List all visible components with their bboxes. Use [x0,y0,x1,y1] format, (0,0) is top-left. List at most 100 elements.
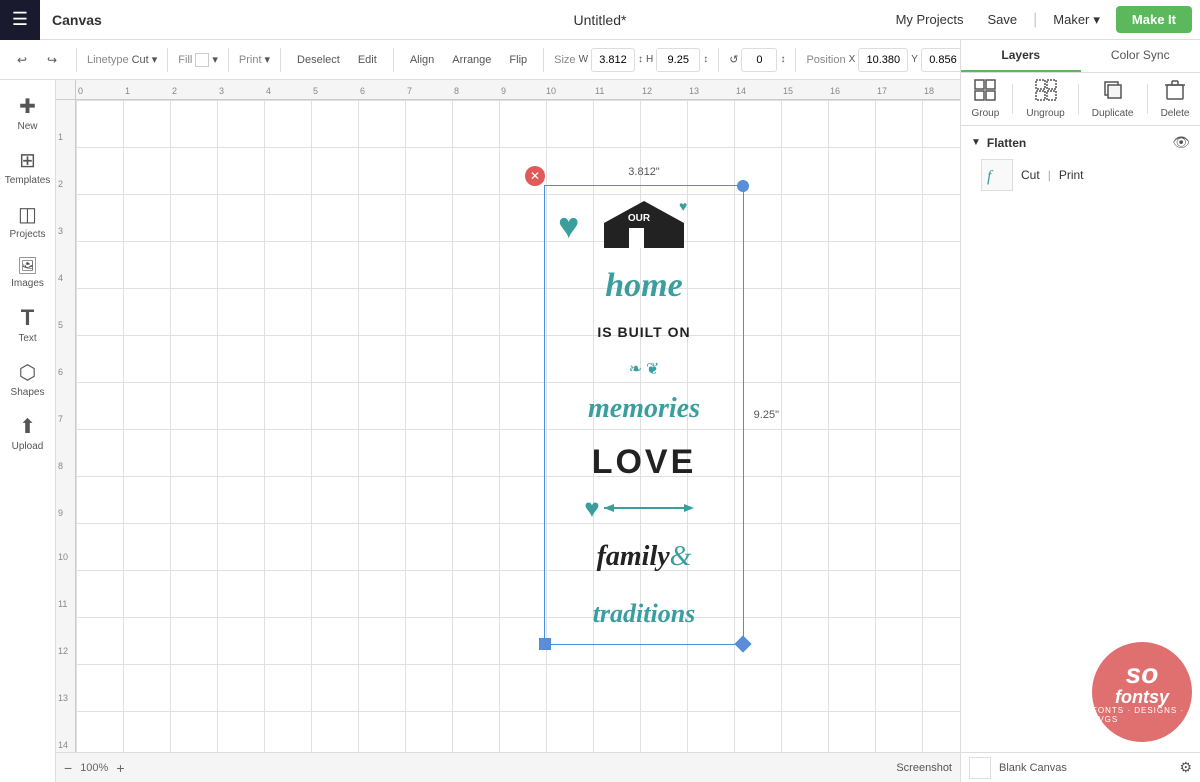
edit-button[interactable]: Edit [352,46,383,74]
sidebar-item-shapes[interactable]: ⬡ Shapes [4,354,52,404]
svg-text:12: 12 [58,646,68,656]
svg-text:1: 1 [125,86,130,96]
artwork-top-svg: ♥ OUR ♥ [554,193,734,253]
make-it-button[interactable]: Make It [1116,6,1192,33]
duplicate-icon [1102,79,1124,106]
ungroup-tool[interactable]: Ungroup [1026,79,1064,119]
linetype-field: Linetype Cut ▾ [87,53,157,66]
svg-text:6: 6 [58,367,63,377]
svg-text:17: 17 [877,86,887,96]
rotate-field: ↺ ↕ [729,48,785,72]
chevron-down-icon: ▾ [1093,12,1100,28]
redo-button[interactable]: ↪ [38,46,66,74]
zoom-in-button[interactable]: + [116,760,124,776]
svg-text:3: 3 [58,226,63,236]
svg-text:1: 1 [58,132,63,142]
svg-text:11: 11 [595,86,604,96]
svg-text:15: 15 [783,86,793,96]
svg-text:13: 13 [689,86,699,96]
print-field: Print ▾ [239,53,270,66]
undo-button[interactable]: ↩ [8,46,36,74]
align-button[interactable]: Align [404,46,440,74]
tab-color-sync[interactable]: Color Sync [1081,40,1200,72]
deselect-button[interactable]: Deselect [291,46,346,74]
panel-tabs: Layers Color Sync [961,40,1200,73]
canvas-area[interactable]: 0 1 2 3 4 5 6 7 8 9 10 11 12 13 14 15 16… [56,80,960,782]
close-handle[interactable]: ✕ [525,166,545,186]
zoom-out-button[interactable]: − [64,760,72,776]
canvas-grid[interactable]: ✕ 3.812" 9.25" ♥ [76,100,960,782]
rotate-icon: ↺ [729,53,738,66]
fill-field: Fill ▾ [178,53,218,67]
svg-text:14: 14 [736,86,746,96]
delete-tool[interactable]: Delete [1161,79,1190,119]
layer-separator: | [1048,168,1051,182]
artwork-traditions: traditions [548,591,740,637]
svg-text:8: 8 [58,461,63,471]
sidebar-item-images[interactable]: 🖼 Images [4,250,52,295]
settings-icon[interactable]: ⚙ [1179,759,1192,776]
flip-button[interactable]: Flip [503,46,533,74]
arrange-button[interactable]: Arrange [446,46,497,74]
position-x-input[interactable] [858,48,908,72]
flatten-header[interactable]: ▼ Flatten 👁 [965,130,1196,155]
images-icon: 🖼 [17,256,37,276]
print-label: Print [1059,168,1084,182]
rotate-input[interactable] [741,48,777,72]
size-height-input[interactable] [656,48,700,72]
sidebar-item-text[interactable]: T Text [4,299,52,350]
delete-label: Delete [1161,108,1190,119]
plus-icon: ✚ [19,94,36,119]
sidebar-label-projects: Projects [9,229,45,240]
duplicate-label: Duplicate [1092,108,1134,119]
sidebar-label-images: Images [11,278,44,289]
shapes-icon: ⬡ [19,360,36,385]
svg-text:10: 10 [546,86,556,96]
sidebar-label-shapes: Shapes [11,387,45,398]
left-sidebar: ✚ New ⊞ Templates ◫ Projects 🖼 Images T … [0,80,56,782]
width-label: 3.812" [628,166,659,178]
size-field: Size W ↕ H ↕ [554,48,708,72]
app-title: Canvas [40,12,114,28]
duplicate-tool[interactable]: Duplicate [1092,79,1134,119]
artwork-flourish: ❧ ❦ [548,358,740,378]
svg-text:f: f [987,168,994,185]
svg-text:7: 7 [407,86,412,96]
layer-item[interactable]: f Cut | Print [965,155,1196,195]
design-container[interactable]: ✕ 3.812" 9.25" ♥ [544,185,744,645]
size-width-input[interactable] [591,48,635,72]
cut-label: Cut [1021,168,1040,182]
svg-text:10: 10 [58,552,68,562]
sidebar-label-new: New [17,121,37,132]
svg-text:5: 5 [313,86,318,96]
height-label: 9.25" [754,409,779,421]
canvas-label: Blank Canvas [999,762,1171,774]
svg-text:5: 5 [58,320,63,330]
top-right-controls: My Projects Save | Maker ▾ Make It [888,6,1200,33]
tab-layers[interactable]: Layers [961,40,1081,72]
svg-text:8: 8 [454,86,459,96]
ungroup-label: Ungroup [1026,108,1064,119]
group-tool[interactable]: Group [972,79,1000,119]
ruler-vertical: 0 1 2 3 4 5 6 7 8 9 10 11 12 13 14 15 [56,80,76,782]
maker-button[interactable]: Maker ▾ [1045,12,1108,28]
save-button[interactable]: Save [979,12,1025,27]
sidebar-item-templates[interactable]: ⊞ Templates [4,142,52,192]
sidebar-item-new[interactable]: ✚ New [4,88,52,138]
svg-text:9: 9 [501,86,506,96]
hamburger-button[interactable]: ☰ [0,0,40,40]
projects-icon: ◫ [18,202,37,227]
my-projects-button[interactable]: My Projects [888,12,972,27]
svg-text:♥: ♥ [679,200,687,215]
sidebar-item-upload[interactable]: ⬆ Upload [4,408,52,458]
artwork-memories: memories [548,389,740,429]
family-text: family [597,541,670,573]
position-y-input[interactable] [921,48,965,72]
sidebar-item-projects[interactable]: ◫ Projects [4,196,52,246]
svg-text:13: 13 [58,693,68,703]
screenshot-button[interactable]: Screenshot [896,762,952,774]
bottom-bar: − 100% + Screenshot [56,752,960,782]
top-bar: ☰ Canvas Untitled* My Projects Save | Ma… [0,0,1200,40]
memories-text: memories [588,393,700,425]
visibility-icon[interactable]: 👁 [1172,134,1190,151]
